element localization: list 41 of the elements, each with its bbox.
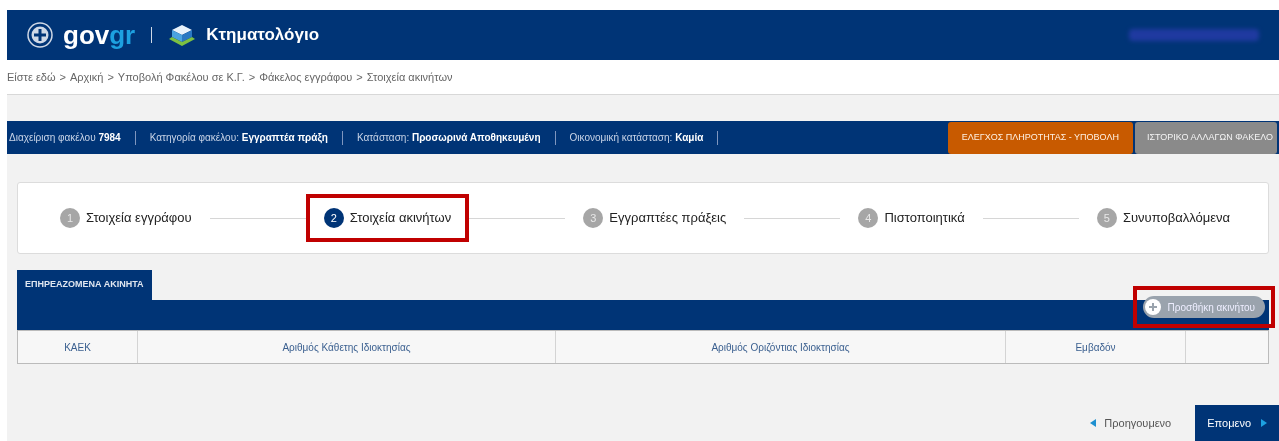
breadcrumb-separator: > <box>107 69 114 85</box>
breadcrumb-separator: > <box>356 69 363 85</box>
breadcrumb-separator: > <box>59 69 66 85</box>
plus-icon <box>1145 299 1162 315</box>
submit-button[interactable]: ΕΛΕΓΧΟΣ ΠΛΗΡΟΤΗΤΑΣ - ΥΠΟΒΟΛΗ <box>947 121 1133 154</box>
breadcrumb-separator: > <box>248 69 256 85</box>
step-number: 1 <box>60 208 80 228</box>
step-label[interactable]: Συνυποβαλλόμενα <box>1122 208 1230 228</box>
step-label[interactable]: Εγγραπτέες πράξεις <box>609 208 727 228</box>
column-header: Εμβαδόν <box>1006 331 1186 363</box>
left-triangle-icon <box>1090 419 1097 427</box>
cube-logo-icon <box>168 23 197 47</box>
column-header: Αριθμός Οριζόντιας Ιδιοκτησίας <box>556 331 1006 363</box>
step-number: 3 <box>583 208 604 228</box>
step-label[interactable]: Στοιχεία εγγράφου <box>86 208 192 228</box>
step[interactable]: 3 Εγγραπτέες πράξεις <box>565 204 745 232</box>
right-triangle-icon <box>1261 419 1267 427</box>
breadcrumb-link[interactable]: Αρχική <box>69 68 104 86</box>
step-number: 4 <box>858 208 879 228</box>
emblem-icon <box>27 22 53 48</box>
column-header: ΚΑΕΚ <box>18 331 138 363</box>
breadcrumb-link[interactable]: Στοιχεία ακινήτων <box>366 68 453 86</box>
info-item: Κατηγορία φακέλου: Εγγραπτέα πράξη <box>148 131 329 145</box>
step[interactable]: 4 Πιστοποιητικά <box>840 204 983 232</box>
step-number: 5 <box>1096 208 1117 228</box>
app-title: Κτηματολόγιο <box>206 24 320 47</box>
tab[interactable]: ΕΠΗΡΕΑΖΟΜΕΝΑ ΑΚΙΝΗΤΑ <box>17 270 152 300</box>
gov-logo[interactable]: govgr <box>63 22 136 48</box>
info-item: Κατάσταση: Προσωρινά Αποθηκευμένη <box>355 131 542 145</box>
info-item: Διαχείριση φακέλου 7984 <box>8 131 122 145</box>
column-header: Αριθμός Κάθετης Ιδιοκτησίας <box>138 331 556 363</box>
info-item: Οικονομική κατάσταση: Καμία <box>568 131 705 145</box>
next-button[interactable]: Επομενο <box>1195 405 1279 441</box>
previous-button[interactable]: Προηγουμενο <box>1076 405 1186 441</box>
step-label[interactable]: Στοιχεία ακινήτων <box>349 208 452 228</box>
step[interactable]: 1 Στοιχεία εγγράφου <box>42 204 210 232</box>
step-number: 2 <box>323 208 344 228</box>
step-label[interactable]: Πιστοποιητικά <box>884 208 965 228</box>
breadcrumb-link[interactable]: Φάκελος εγγράφου <box>259 68 353 86</box>
breadcrumb-link[interactable]: Υποβολή Φακέλου σε Κ.Γ. <box>117 68 245 86</box>
step[interactable]: 5 Συνυποβαλλόμενα <box>1078 204 1248 232</box>
